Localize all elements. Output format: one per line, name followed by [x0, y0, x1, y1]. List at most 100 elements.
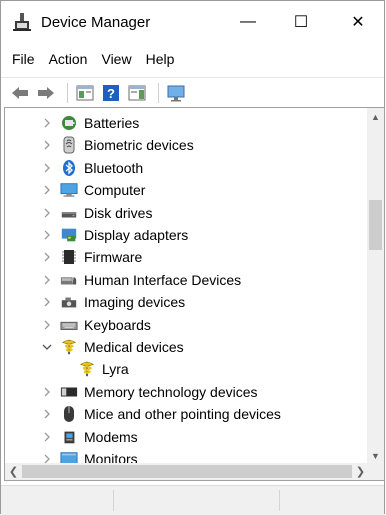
chevron-down-icon[interactable] [41, 341, 53, 353]
tree-item-label: Modems [84, 428, 138, 445]
tree-category[interactable]: Mice and other pointing devices [5, 403, 367, 425]
tree-category[interactable]: Computer [5, 179, 367, 201]
toolbar: ? [1, 77, 384, 108]
scan-hardware-button[interactable] [165, 82, 187, 104]
tree-item-label: Human Interface Devices [84, 271, 242, 288]
device-manager-window: Device Manager — ☐ ✕ File Action View He… [0, 0, 385, 515]
tree-item-label: Display adapters [84, 227, 189, 243]
tree-item-label: Medical devices [84, 339, 184, 355]
title-bar[interactable]: Device Manager — ☐ ✕ [1, 1, 384, 43]
keyboard-icon [60, 316, 78, 334]
medical-icon [78, 360, 96, 378]
disk-drive-icon [60, 204, 78, 222]
tree-item-label: Mice and other pointing devices [84, 406, 281, 423]
maximize-icon: ☐ [293, 14, 309, 31]
status-cell [113, 490, 280, 511]
battery-icon [60, 114, 78, 132]
scroll-left-icon[interactable]: ❮ [5, 463, 22, 480]
toolbar-separator [158, 83, 159, 103]
tree-item-label: Biometric devices [84, 137, 194, 154]
horizontal-scrollbar[interactable]: ❮ ❯ [5, 463, 369, 480]
help-button[interactable]: ? [100, 82, 122, 104]
chevron-right-icon[interactable] [41, 296, 53, 308]
camera-icon [60, 293, 78, 311]
scroll-down-icon[interactable]: ▼ [367, 447, 384, 464]
chevron-right-icon[interactable] [41, 319, 53, 331]
chevron-right-icon[interactable] [41, 274, 53, 286]
mouse-icon [60, 405, 78, 423]
device-tree-panel[interactable]: Batteries Biometric devices Bluetooth Compu… [4, 107, 385, 481]
tree-device[interactable]: Lyra [5, 358, 367, 380]
firmware-icon [60, 248, 78, 266]
action-pane-button[interactable] [126, 82, 148, 104]
medical-icon [60, 338, 78, 356]
menu-action[interactable]: Action [42, 51, 95, 67]
modem-icon [60, 428, 78, 446]
scrollbar-corner [367, 463, 384, 480]
back-button[interactable] [9, 82, 31, 104]
chevron-right-icon[interactable] [41, 207, 53, 219]
chevron-right-icon[interactable] [41, 408, 53, 420]
scan-monitor-icon [167, 85, 185, 102]
tree-category[interactable]: Display adapters [5, 224, 367, 246]
chevron-right-icon[interactable] [41, 251, 53, 263]
svg-text:?: ? [107, 86, 115, 101]
properties-button[interactable] [74, 82, 96, 104]
chevron-right-icon[interactable] [41, 117, 53, 129]
action-pane-icon [128, 85, 146, 101]
tree-category[interactable]: Biometric devices [5, 134, 367, 156]
vertical-scrollbar[interactable]: ▲ ▼ [367, 108, 384, 464]
tree-item-label: Lyra [102, 361, 129, 378]
horizontal-scroll-thumb[interactable] [22, 465, 352, 478]
vertical-scroll-thumb[interactable] [369, 200, 382, 250]
status-bar [1, 485, 384, 515]
tree-category[interactable]: Disk drives [5, 202, 367, 224]
maximize-button[interactable]: ☐ [278, 1, 324, 43]
chevron-right-icon[interactable] [41, 139, 53, 151]
tree-category[interactable]: Modems [5, 426, 367, 448]
tree-category[interactable]: Medical devices [5, 336, 367, 358]
window-title: Device Manager [41, 13, 151, 31]
close-button[interactable]: ✕ [335, 1, 381, 43]
menu-file[interactable]: File [5, 51, 42, 67]
tree-item-label: Disk drives [84, 204, 153, 221]
status-cell [1, 490, 114, 511]
tree-category[interactable]: Firmware [5, 246, 367, 268]
chevron-right-icon[interactable] [41, 162, 53, 174]
chevron-right-icon[interactable] [41, 184, 53, 196]
bluetooth-icon [60, 159, 78, 177]
tree-category[interactable]: Memory technology devices [5, 381, 367, 403]
tree-item-label: Firmware [84, 249, 143, 266]
properties-icon [76, 85, 94, 101]
scroll-up-icon[interactable]: ▲ [367, 108, 384, 125]
tree-item-label: Computer [84, 182, 146, 199]
forward-button[interactable] [35, 82, 57, 104]
chevron-right-icon[interactable] [41, 431, 53, 443]
tree-item-label: Bluetooth [84, 159, 144, 176]
memory-icon [60, 383, 78, 401]
menu-view[interactable]: View [94, 51, 138, 67]
chevron-right-icon[interactable] [41, 229, 53, 241]
chevron-right-icon[interactable] [41, 386, 53, 398]
tree-category[interactable]: Batteries [5, 112, 367, 134]
tree-item-label: Batteries [84, 115, 140, 131]
minimize-button[interactable]: — [225, 1, 271, 43]
back-icon [12, 87, 28, 99]
minimize-icon: — [240, 13, 256, 30]
tree-category[interactable]: Bluetooth [5, 157, 367, 179]
help-icon: ? [103, 85, 119, 101]
display-adapter-icon [60, 226, 78, 244]
tree-item-label: Memory technology devices [84, 383, 258, 400]
menu-bar: File Action View Help [1, 43, 384, 75]
fingerprint-icon [60, 136, 78, 154]
forward-icon [38, 87, 54, 99]
tree-item-label: Imaging devices [84, 294, 186, 311]
close-icon: ✕ [351, 14, 365, 31]
tree-category[interactable]: Imaging devices [5, 291, 367, 313]
device-manager-icon [11, 11, 33, 33]
tree-category[interactable]: Keyboards [5, 314, 367, 336]
toolbar-separator [67, 83, 68, 103]
hid-icon [60, 271, 78, 289]
menu-help[interactable]: Help [139, 51, 182, 67]
tree-category[interactable]: Human Interface Devices [5, 269, 367, 291]
